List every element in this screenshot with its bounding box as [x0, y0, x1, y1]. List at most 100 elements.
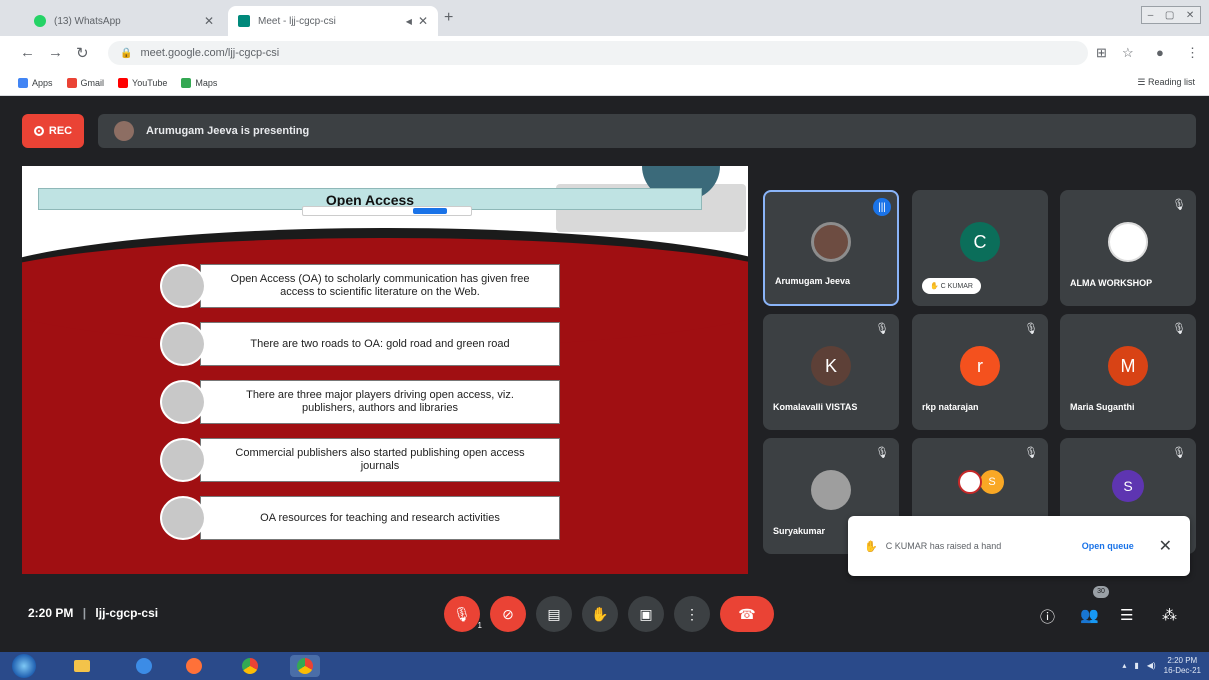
bookmark-maps[interactable]: Maps: [181, 77, 218, 88]
bookmark-apps[interactable]: Apps: [18, 77, 53, 88]
new-tab-icon[interactable]: +: [444, 9, 453, 27]
mic-toggle-button[interactable]: 🎙 1: [444, 596, 482, 632]
bookmark-label: Maps: [195, 77, 218, 88]
bookmarks-bar: Apps Gmail YouTube Maps ☰ Reading list: [0, 70, 1209, 96]
tab-title: (13) WhatsApp: [54, 15, 121, 27]
participant-name: Arumugam Jeeva: [775, 276, 851, 286]
meeting-details-icon[interactable]: ⓘ: [1040, 606, 1055, 627]
volume-icon[interactable]: ◀): [1147, 661, 1156, 670]
chrome-active-icon[interactable]: [290, 655, 320, 677]
profile-icon[interactable]: ●: [1156, 45, 1164, 60]
bullet-text: Open Access (OA) to scholarly communicat…: [200, 264, 560, 308]
camera-toggle-button[interactable]: ⊘: [490, 596, 526, 632]
participant-tile[interactable]: C ✋ C KUMAR: [912, 190, 1048, 306]
present-button[interactable]: ▣: [628, 596, 664, 632]
maps-icon: [181, 77, 192, 88]
audio-icon[interactable]: ◀: [406, 17, 412, 26]
mic-off-icon: 🎙: [1172, 199, 1186, 211]
back-icon[interactable]: ←: [20, 44, 35, 61]
system-tray: ▴ ▮ ◀) 2:20 PM 16-Dec-21: [1122, 656, 1201, 675]
browser-tab-bar: (13) WhatsApp ✕ Meet - ljj-cgcp-csi ◀ ✕ …: [0, 0, 1209, 36]
gmail-icon: [66, 77, 77, 88]
presentation-slide: Open Access Open Access (OA) to scholarl…: [22, 166, 748, 574]
reading-list[interactable]: ☰ Reading list: [1137, 77, 1195, 88]
close-window-icon[interactable]: ✕: [1186, 10, 1194, 21]
forward-icon[interactable]: →: [48, 44, 63, 61]
close-icon[interactable]: ✕: [418, 14, 428, 28]
stop-sharing-button[interactable]: [413, 208, 447, 214]
address-bar[interactable]: 🔒 meet.google.com/ljj-cgcp-csi: [108, 41, 1088, 65]
mic-off-icon: 🎙: [875, 323, 889, 335]
notification-message: C KUMAR has raised a hand: [885, 541, 1002, 551]
close-icon[interactable]: ✕: [1159, 536, 1172, 556]
minimize-icon[interactable]: –: [1148, 10, 1154, 21]
bookmark-star-icon[interactable]: ☆: [1122, 45, 1134, 61]
tray-arrow-icon[interactable]: ▴: [1122, 661, 1126, 670]
meeting-time: 2:20 PM: [28, 606, 74, 620]
people-icon[interactable]: 👥: [1080, 606, 1099, 624]
maximize-icon[interactable]: ▢: [1165, 10, 1174, 21]
recording-badge[interactable]: REC: [22, 114, 84, 148]
avatar: [958, 470, 982, 494]
people-count-badge: 30: [1093, 586, 1109, 598]
reload-icon[interactable]: ↻: [76, 44, 89, 62]
bullet-text: There are three major players driving op…: [200, 380, 560, 424]
bullet-circle: [160, 380, 206, 424]
menu-icon[interactable]: ⋮: [1186, 45, 1199, 61]
taskbar-date: 16-Dec-21: [1163, 665, 1201, 675]
tab-whatsapp[interactable]: (13) WhatsApp ✕: [24, 6, 224, 36]
extension-icon[interactable]: ⊞: [1096, 45, 1107, 61]
mic-off-icon: 🎙: [1172, 447, 1186, 459]
participant-name: rkp natarajan: [922, 402, 979, 412]
participant-tile[interactable]: 🎙 r rkp natarajan: [912, 314, 1048, 430]
presenter-text: Arumugam Jeeva is presenting: [146, 125, 310, 137]
avatar: r: [960, 346, 1000, 386]
chrome-icon[interactable]: [238, 655, 262, 677]
raise-hand-button[interactable]: ✋: [582, 596, 618, 632]
avatar: [114, 121, 134, 141]
hand-icon: ✋: [591, 605, 609, 622]
network-icon[interactable]: ▮: [1134, 661, 1138, 670]
participant-name: Maria Suganthi: [1070, 402, 1135, 412]
mic-off-icon: 🎙: [453, 605, 471, 622]
explorer-icon[interactable]: [70, 655, 94, 677]
avatar: S: [980, 470, 1004, 494]
participant-tile[interactable]: ||| Arumugam Jeeva: [763, 190, 899, 306]
presentation-bar: Arumugam Jeeva is presenting: [98, 114, 1196, 148]
participant-name: Suryakumar: [773, 526, 826, 536]
participant-name: ALMA WORKSHOP: [1070, 278, 1153, 288]
chat-icon[interactable]: ☰: [1120, 606, 1133, 624]
bullet-text: There are two roads to OA: gold road and…: [200, 322, 560, 366]
slide-bullet: OA resources for teaching and research a…: [160, 496, 560, 540]
open-queue-button[interactable]: Open queue: [1082, 541, 1134, 551]
bookmark-youtube[interactable]: YouTube: [118, 77, 167, 88]
more-icon: ⋮: [685, 605, 699, 622]
bullet-circle: [160, 496, 206, 540]
participant-tile[interactable]: 🎙 M Maria Suganthi: [1060, 314, 1196, 430]
reading-list-icon: ☰: [1137, 77, 1146, 87]
leave-call-button[interactable]: ☎: [720, 596, 774, 632]
record-icon: [33, 126, 44, 136]
participant-tile[interactable]: 🎙 ALMA WORKSHOP: [1060, 190, 1196, 306]
more-options-button[interactable]: ⋮: [674, 596, 710, 632]
close-icon[interactable]: ✕: [204, 14, 214, 28]
reading-list-label: Reading list: [1147, 77, 1195, 87]
meeting-code: ljj-cgcp-csi: [95, 606, 159, 620]
hands-count: 1: [477, 621, 482, 630]
taskbar-clock[interactable]: 2:20 PM 16-Dec-21: [1164, 656, 1201, 675]
tab-meet[interactable]: Meet - ljj-cgcp-csi ◀ ✕: [228, 6, 438, 36]
mic-off-icon: 🎙: [1024, 323, 1038, 335]
end-call-icon: ☎: [738, 605, 756, 622]
participant-name: C KUMAR: [940, 282, 973, 290]
bullet-text: Commercial publishers also started publi…: [200, 438, 560, 482]
bookmark-gmail[interactable]: Gmail: [66, 77, 104, 88]
lock-icon: 🔒: [120, 47, 133, 59]
start-button[interactable]: [12, 654, 36, 678]
speaking-icon: |||: [873, 198, 891, 216]
captions-button[interactable]: ▤: [536, 596, 572, 632]
participant-tile[interactable]: 🎙 K Komalavalli VISTAS: [763, 314, 899, 430]
firefox-icon[interactable]: [182, 655, 206, 677]
ie-icon[interactable]: [132, 655, 156, 677]
slide-bullet: Commercial publishers also started publi…: [160, 438, 560, 482]
activities-icon[interactable]: ⁂: [1162, 606, 1177, 624]
